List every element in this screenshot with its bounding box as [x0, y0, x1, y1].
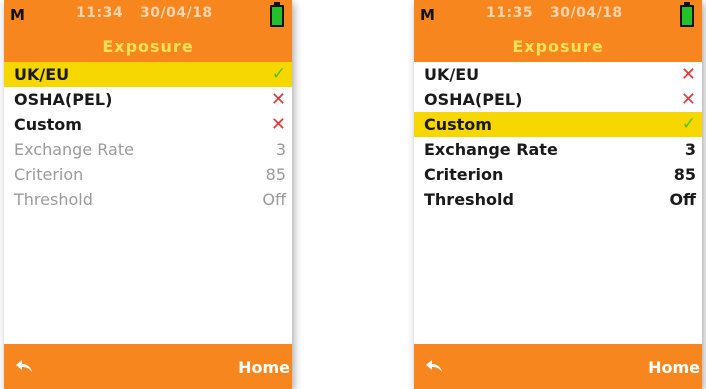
- page-title: Exposure: [512, 37, 604, 56]
- cross-icon: ✕: [270, 114, 286, 135]
- mode-indicator: M: [420, 6, 435, 24]
- status-bar: M 11:35 30/04/18: [414, 0, 702, 32]
- menu-item-label: Exchange Rate: [14, 140, 134, 159]
- menu-item-osha-pel[interactable]: OSHA(PEL) ✕: [414, 87, 702, 112]
- menu-item-label: UK/EU: [14, 65, 70, 84]
- title-bar: Exposure: [414, 32, 702, 62]
- menu-item-uk-eu[interactable]: UK/EU ✓: [4, 62, 292, 87]
- check-icon: ✓: [271, 64, 286, 84]
- cross-icon: ✕: [680, 89, 696, 110]
- status-bar: M 11:34 30/04/18: [4, 0, 292, 32]
- mode-indicator: M: [10, 6, 25, 24]
- menu-item-label: Threshold: [424, 190, 514, 209]
- menu-item-value: 3: [275, 140, 286, 159]
- menu-item-uk-eu[interactable]: UK/EU ✕: [414, 62, 702, 87]
- menu-item-criterion[interactable]: Criterion 85: [414, 162, 702, 187]
- menu-item-custom[interactable]: Custom ✓: [414, 112, 702, 137]
- menu-item-label: OSHA(PEL): [424, 90, 523, 109]
- page-title: Exposure: [102, 37, 194, 56]
- check-icon: ✓: [681, 114, 696, 134]
- bottom-bar: Home: [4, 344, 292, 389]
- menu-item-criterion: Criterion 85: [4, 162, 292, 187]
- menu-item-label: UK/EU: [424, 65, 480, 84]
- menu-item-value: 3: [684, 140, 696, 159]
- menu-item-label: OSHA(PEL): [14, 90, 113, 109]
- title-bar: Exposure: [4, 32, 292, 62]
- menu-item-value: 85: [265, 165, 286, 184]
- cross-icon: ✕: [270, 89, 286, 110]
- menu-item-label: Exchange Rate: [424, 140, 558, 159]
- cross-icon: ✕: [680, 64, 696, 85]
- menu-item-osha-pel[interactable]: OSHA(PEL) ✕: [4, 87, 292, 112]
- back-arrow-icon[interactable]: [424, 358, 444, 376]
- menu-item-exchange-rate[interactable]: Exchange Rate 3: [414, 137, 702, 162]
- clock-date: 30/04/18: [550, 5, 623, 21]
- device-screen-1: M 11:34 30/04/18 Exposure UK/EU ✓ OSHA(P…: [4, 0, 292, 389]
- battery-icon: [680, 2, 694, 27]
- home-button[interactable]: Home: [648, 358, 700, 377]
- device-screen-2: M 11:35 30/04/18 Exposure UK/EU ✕ OSHA(P…: [414, 0, 702, 389]
- menu-item-value: 85: [673, 165, 696, 184]
- clock-date: 30/04/18: [140, 5, 213, 21]
- settings-menu: UK/EU ✓ OSHA(PEL) ✕ Custom ✕ Exchange Ra…: [4, 62, 292, 212]
- back-arrow-icon[interactable]: [14, 358, 34, 376]
- menu-item-label: Criterion: [14, 165, 84, 184]
- clock-time: 11:35: [486, 5, 534, 21]
- battery-icon: [270, 2, 284, 27]
- menu-item-exchange-rate: Exchange Rate 3: [4, 137, 292, 162]
- settings-menu: UK/EU ✕ OSHA(PEL) ✕ Custom ✓ Exchange Ra…: [414, 62, 702, 212]
- menu-item-label: Custom: [14, 115, 82, 134]
- bottom-bar: Home: [414, 344, 702, 389]
- menu-item-custom[interactable]: Custom ✕: [4, 112, 292, 137]
- menu-item-label: Criterion: [424, 165, 504, 184]
- menu-item-label: Threshold: [14, 190, 93, 209]
- menu-item-threshold: Threshold Off: [4, 187, 292, 212]
- menu-item-threshold[interactable]: Threshold Off: [414, 187, 702, 212]
- menu-item-value: Off: [669, 190, 696, 209]
- home-button[interactable]: Home: [238, 358, 290, 377]
- menu-item-label: Custom: [424, 115, 492, 134]
- menu-item-value: Off: [262, 190, 286, 209]
- clock-time: 11:34: [76, 5, 124, 21]
